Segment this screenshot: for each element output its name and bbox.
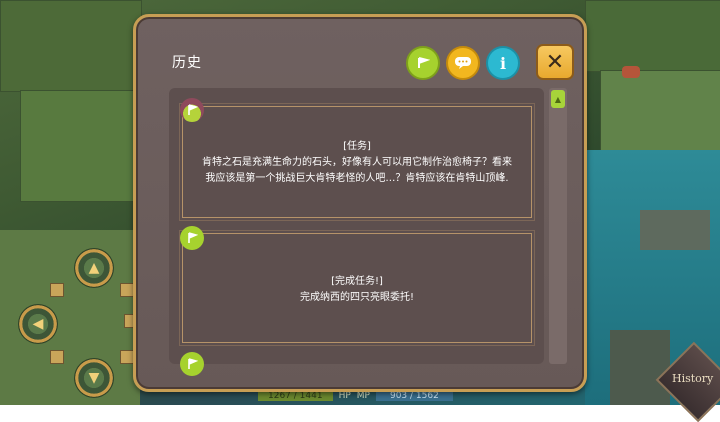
entry-line: 完成纳西的四只亮眼委托! <box>299 292 414 303</box>
grass-block <box>20 90 142 202</box>
grass-block <box>585 0 720 72</box>
dpad-down-button[interactable]: ▼ <box>74 358 114 398</box>
entry-line: 我应该是第一个挑战巨大肯特老怪的人吧…？肯特应该在肯特山顶峰. <box>205 173 509 184</box>
quest-flag-icon <box>180 352 204 376</box>
creature-sprite <box>622 66 640 78</box>
history-entry: [完成任务!] 完成纳西的四只亮眼委托! <box>179 230 535 346</box>
dpad-corner <box>50 283 64 297</box>
dpad-corner <box>120 283 134 297</box>
history-entry: [任务] 肯特之石是充满生命力的石头，好像有人可以用它制作治愈椅子？看来 我应该… <box>179 103 535 221</box>
dpad-corner <box>120 350 134 364</box>
stone-platform <box>640 210 710 250</box>
quest-flag-icon <box>180 98 204 122</box>
scrollbar-thumb[interactable]: ▲ <box>551 90 565 108</box>
history-button-label: History <box>672 372 714 385</box>
stone-platform <box>610 330 670 405</box>
entry-header: [完成任务!] <box>331 276 383 287</box>
grass-block <box>0 0 142 92</box>
dpad-left-button[interactable]: ◀ <box>18 304 58 344</box>
hp-label: HP <box>338 391 351 401</box>
info-icon[interactable]: i <box>486 46 520 80</box>
entry-header: [任务] <box>343 141 371 152</box>
mp-label: MP <box>356 391 370 401</box>
chat-bubble-icon[interactable] <box>446 46 480 80</box>
panel-title: 历史 <box>172 55 202 71</box>
dpad-corner <box>50 350 64 364</box>
flag-icon[interactable] <box>406 46 440 80</box>
mp-value: 903 / 1562 <box>375 391 453 401</box>
dpad-up-button[interactable]: ▲ <box>74 248 114 288</box>
close-button[interactable]: ✕ <box>536 44 574 80</box>
grass-block <box>600 70 720 152</box>
hp-value: 1267 / 1441 <box>258 391 333 401</box>
quest-complete-flag-icon <box>180 226 204 250</box>
entry-line: 肯特之石是充满生命力的石头，好像有人可以用它制作治愈椅子？看来 <box>202 157 512 168</box>
scrollbar-track[interactable] <box>549 88 567 364</box>
